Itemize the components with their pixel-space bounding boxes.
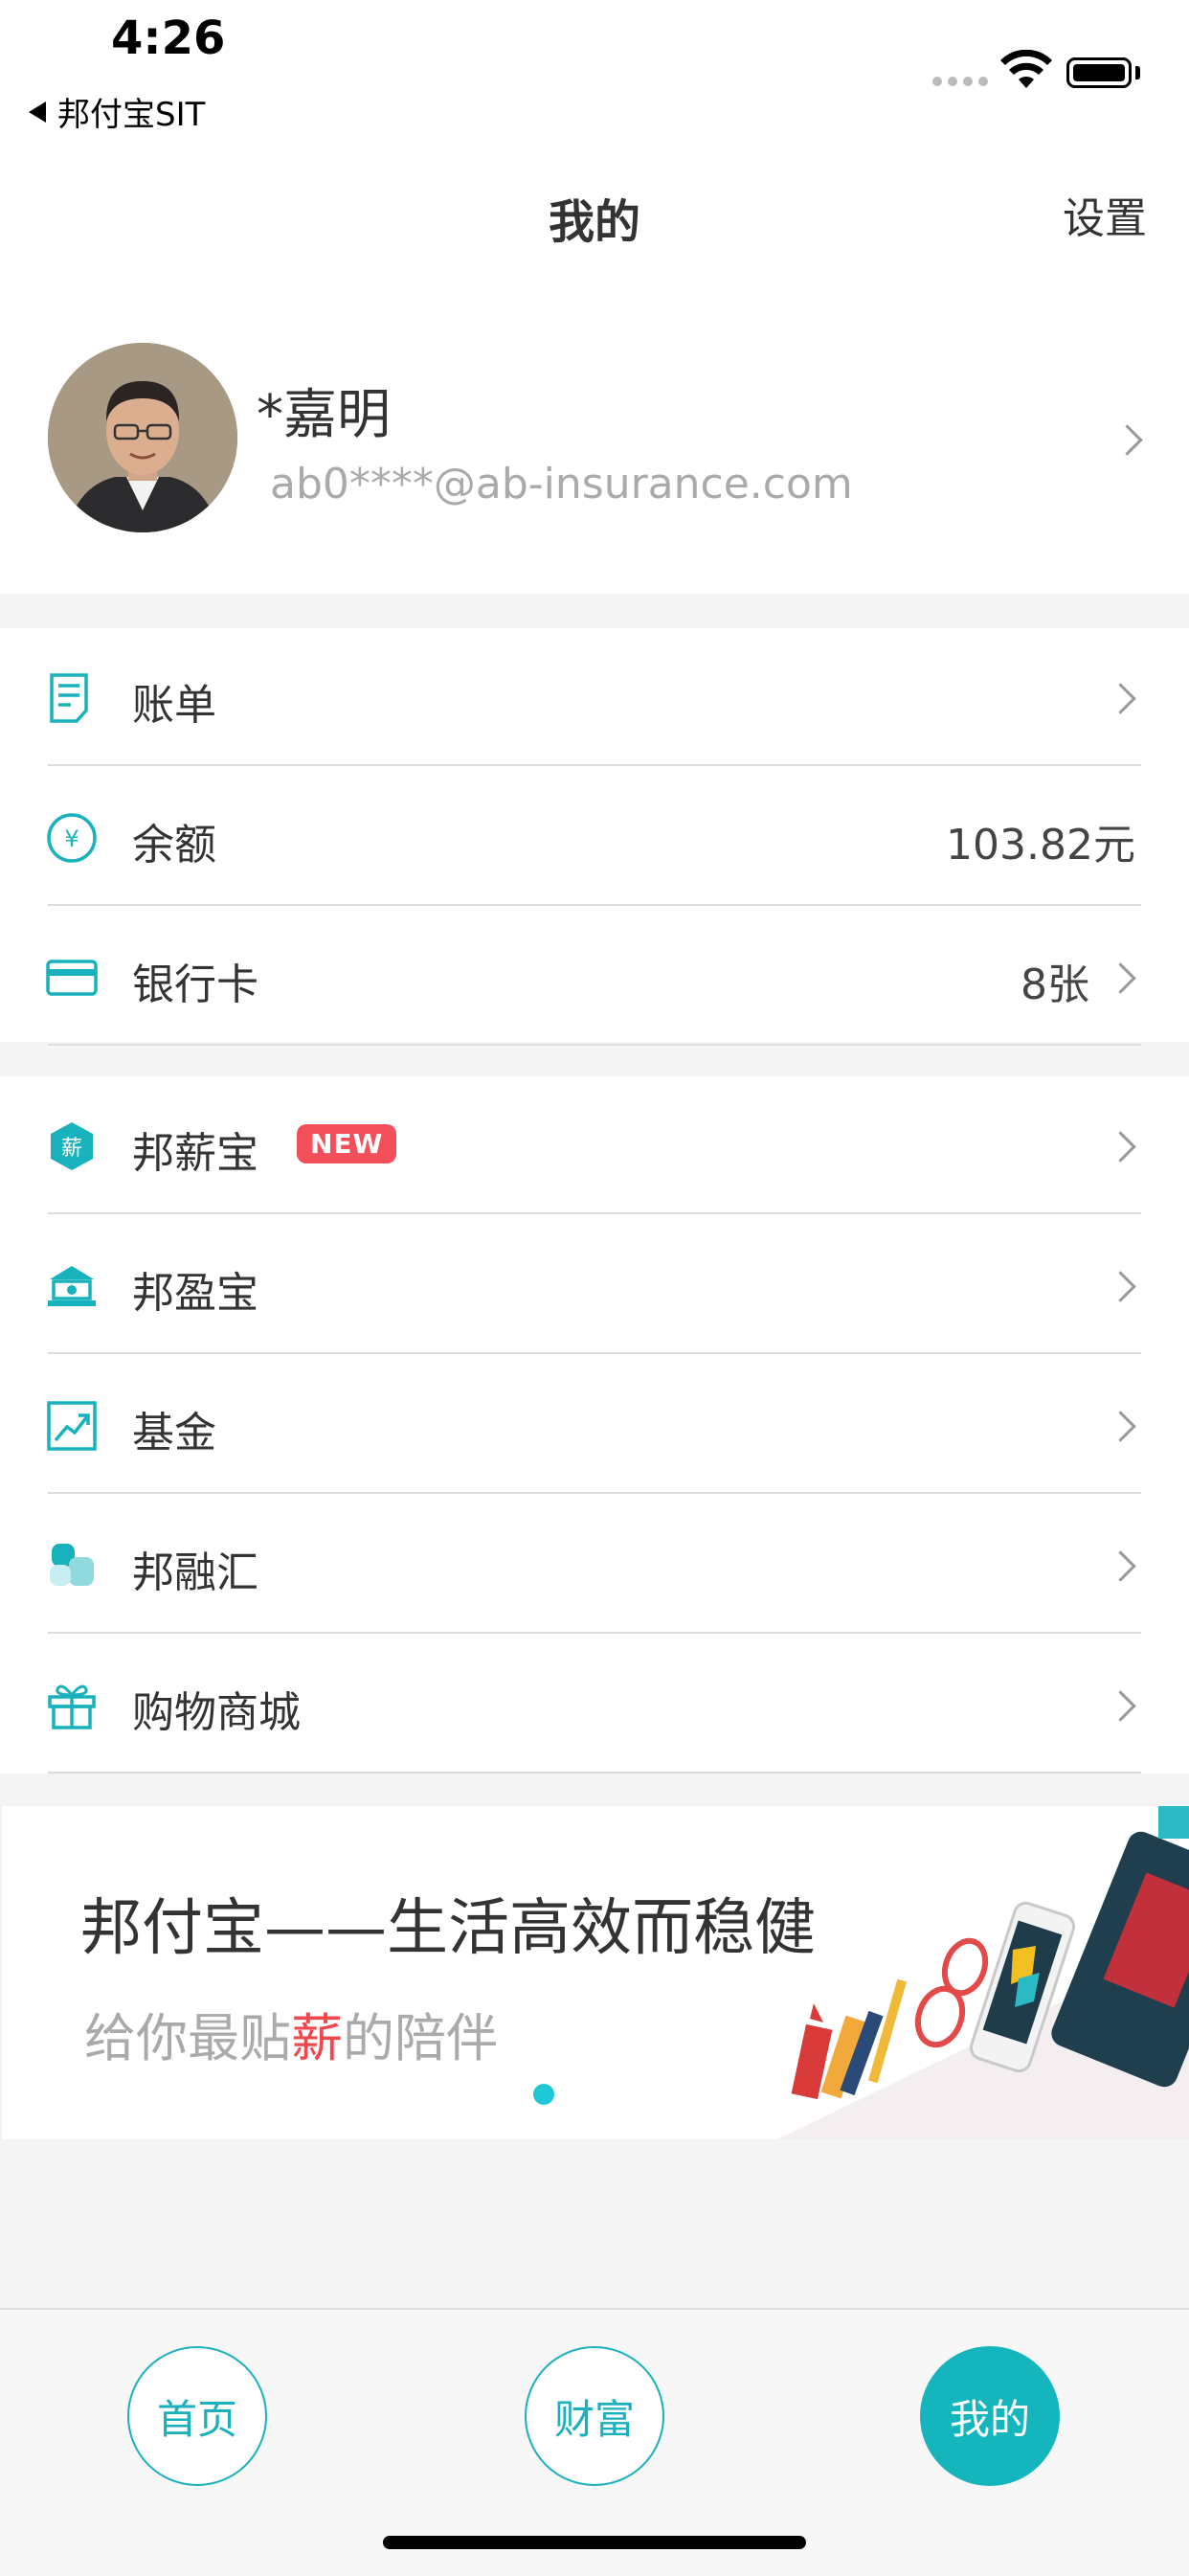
back-app-label: 邦付宝SIT [57,96,206,134]
menu-item-label: 账单 [132,681,216,730]
chevron-right-icon [1105,683,1136,714]
menu-item-shopping-mall[interactable]: 购物商城 [0,1636,1189,1774]
svg-text:¥: ¥ [64,825,79,852]
battery-icon [1066,57,1132,88]
chevron-right-icon [1105,1411,1136,1442]
battery-tip [1135,66,1140,79]
page-title: 我的 [548,195,640,249]
divider [48,764,1141,766]
status-time: 4:26 [111,11,226,65]
chevron-right-icon [1105,1550,1136,1582]
menu-item-financing-hub[interactable]: 邦融汇 [0,1496,1189,1634]
bank-card-count: 8张 [1021,960,1089,1009]
chevron-right-icon [1105,1131,1136,1163]
menu-item-label: 银行卡 [132,960,258,1009]
gift-icon [48,1684,96,1729]
home-indicator[interactable] [383,2536,806,2549]
chevron-right-icon [1105,962,1136,994]
menu-item-fund[interactable]: 基金 [0,1356,1189,1494]
bank-building-icon [48,1266,96,1306]
chevron-right-icon [1105,1271,1136,1302]
bill-icon [50,673,88,723]
divider [48,1772,1141,1774]
menu-item-bank-card[interactable]: 银行卡 8张 [0,908,1189,1046]
settings-button[interactable]: 设置 [1063,184,1147,245]
menu-item-label: 邦薪宝 [132,1129,258,1178]
banner-highlight: 薪 [291,2008,343,2068]
banner-title: 邦付宝——生活高效而稳健 [80,1893,816,1964]
tab-wealth[interactable]: 财富 [525,2346,664,2486]
user-name: *嘉明 [257,384,391,446]
divider [48,1044,1141,1046]
new-badge: NEW [297,1124,397,1164]
divider [48,904,1141,906]
user-email: ab0****@ab-insurance.com [270,460,853,508]
profile-card[interactable]: *嘉明 ab0****@ab-insurance.com [0,326,1189,555]
account-section: 账单 ¥ 余额 103.82元 银行卡 8张 [0,628,1189,1046]
divider [48,1352,1141,1354]
back-to-app-button[interactable]: 邦付宝SIT [29,88,205,135]
back-arrow-icon [29,101,46,123]
stationery-illustration [777,1806,1189,2139]
cellular-signal-icon [932,77,988,86]
menu-item-label: 余额 [132,821,216,870]
tab-home[interactable]: 首页 [127,2346,267,2486]
trend-chart-icon [47,1401,97,1451]
promo-banner[interactable]: 邦付宝——生活高效而稳健 给你最贴薪的陪伴 [2,1806,1189,2139]
yuan-icon: ¥ [47,813,97,863]
salary-icon: 薪 [51,1122,93,1170]
menu-item-balance[interactable]: ¥ 余额 103.82元 [0,768,1189,906]
products-section: 薪 邦薪宝 NEW 邦盈宝 基金 邦融汇 购物商城 [0,1076,1189,1774]
chevron-right-icon [1105,1690,1136,1722]
wifi-icon [1000,50,1052,88]
menu-item-profit-treasure[interactable]: 邦盈宝 [0,1216,1189,1354]
carousel-dot[interactable] [533,2084,554,2105]
divider [48,1632,1141,1634]
bank-card-icon [46,960,98,996]
menu-item-label: 邦盈宝 [132,1269,258,1318]
menu-item-salary-treasure[interactable]: 薪 邦薪宝 NEW [0,1076,1189,1214]
avatar [48,343,237,532]
avatar-portrait-icon [48,343,237,532]
chevron-right-icon [1111,424,1143,456]
blocks-icon [50,1544,94,1586]
divider [48,1492,1141,1494]
menu-item-label: 购物商城 [132,1688,301,1737]
menu-item-label: 邦融汇 [132,1548,258,1597]
banner-subtitle: 给你最贴薪的陪伴 [84,2008,498,2068]
balance-value: 103.82元 [946,821,1135,870]
tab-mine[interactable]: 我的 [920,2346,1060,2486]
divider [48,1212,1141,1214]
menu-item-bill[interactable]: 账单 [0,628,1189,766]
svg-text:薪: 薪 [61,1137,82,1161]
menu-item-label: 基金 [132,1409,216,1457]
